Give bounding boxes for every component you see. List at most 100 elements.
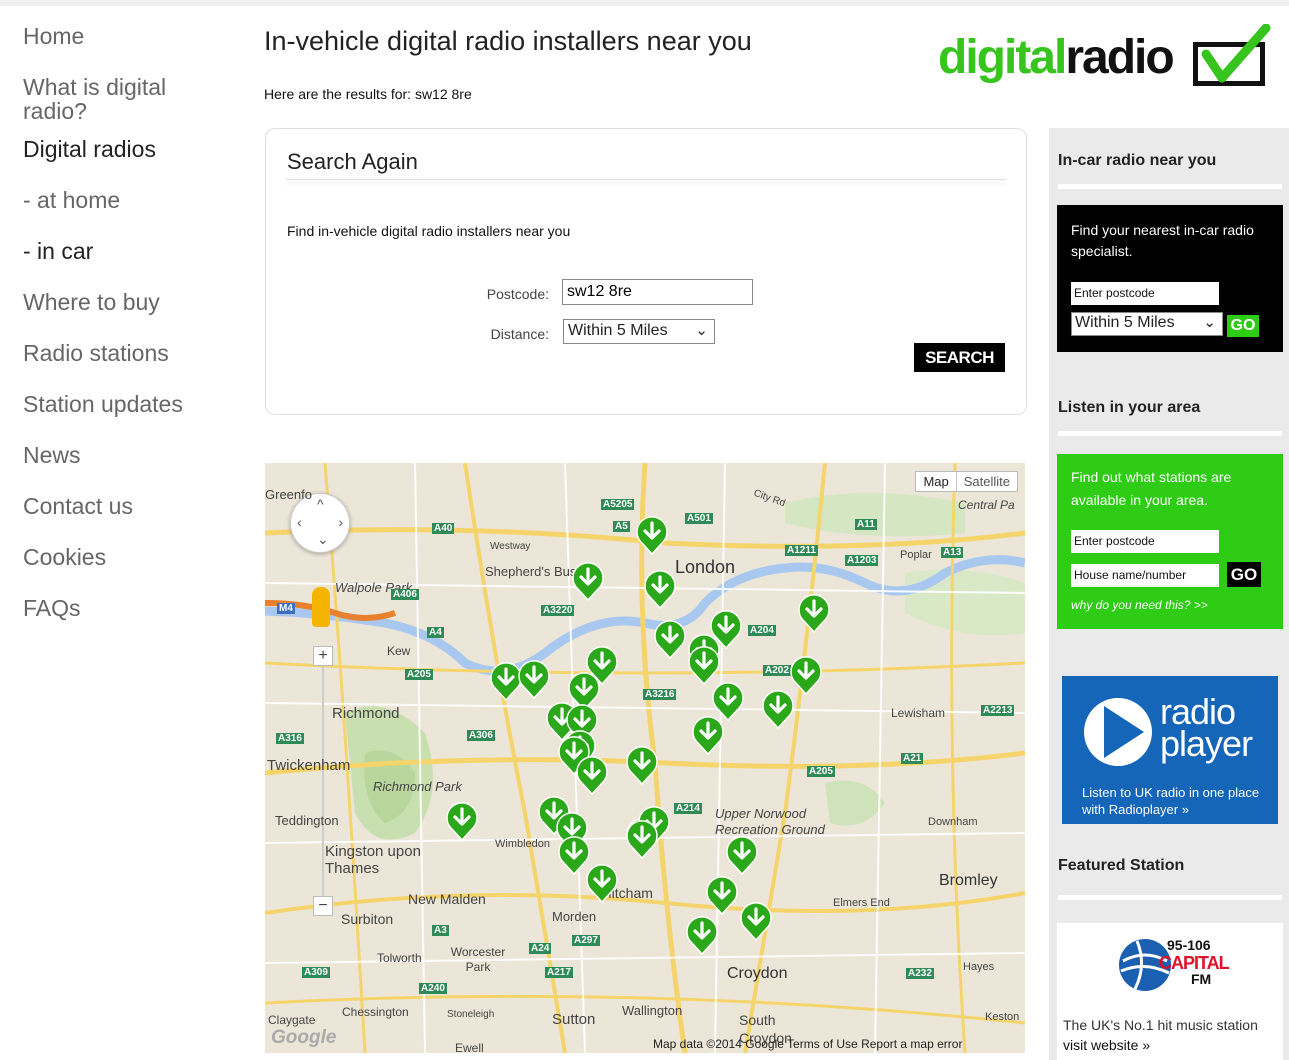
map-label: Greenfo — [265, 487, 312, 502]
capital-frequency: 95-106 — [1167, 937, 1211, 953]
incar-heading: In-car radio near you — [1058, 152, 1217, 169]
page-title: In-vehicle digital radio installers near… — [264, 26, 752, 56]
divider — [1058, 184, 1282, 189]
nav-station-updates[interactable]: Station updates — [23, 392, 243, 417]
incar-go-button[interactable]: GO — [1227, 315, 1259, 337]
map-type-map-button[interactable]: Map — [916, 472, 955, 491]
map-label: Shepherd's Bush — [485, 564, 584, 579]
nav-home[interactable]: Home — [23, 24, 243, 49]
zoom-out-button[interactable]: − — [313, 896, 333, 916]
installer-marker-icon[interactable] — [653, 619, 687, 659]
road-shield: A40 — [432, 523, 455, 534]
map-label: Elmers End — [833, 897, 890, 909]
visit-website-link[interactable]: visit website » — [1063, 1037, 1150, 1053]
installer-marker-icon[interactable] — [585, 863, 619, 903]
google-watermark: Google — [271, 1027, 337, 1048]
incar-search-box: Find your nearest in-car radio specialis… — [1057, 205, 1283, 352]
map-label: Ewell — [455, 1041, 484, 1053]
installer-marker-icon[interactable] — [725, 835, 759, 875]
digitalradio-logo[interactable]: digitalradio — [938, 24, 1273, 94]
installer-marker-icon[interactable] — [797, 593, 831, 633]
radioplayer-banner[interactable]: radio player Listen to UK radio in one p… — [1062, 676, 1278, 824]
road-shield: A1211 — [785, 545, 818, 556]
divider — [1058, 895, 1282, 900]
map-label: Lewisham — [891, 706, 946, 720]
incar-distance-select[interactable]: Within 5 Miles ⌄ — [1071, 312, 1223, 336]
map-label: Twickenham — [267, 757, 351, 774]
map-type-satellite-button[interactable]: Satellite — [955, 472, 1017, 491]
installer-marker-icon[interactable] — [691, 715, 725, 755]
installer-marker-icon[interactable] — [445, 801, 479, 841]
search-button[interactable]: SEARCH — [914, 343, 1005, 372]
installer-marker-icon[interactable] — [625, 745, 659, 785]
installer-marker-icon[interactable] — [575, 755, 609, 795]
postcode-input[interactable] — [562, 279, 753, 305]
area-go-button[interactable]: GO — [1227, 562, 1261, 587]
nav-in-car[interactable]: - in car — [23, 239, 243, 264]
nav-contact-us[interactable]: Contact us — [23, 494, 243, 519]
road-shield: A11 — [855, 519, 877, 530]
nav-digital-radios[interactable]: Digital radios — [23, 137, 243, 162]
area-text: Find out what stations are available in … — [1071, 469, 1232, 508]
map-attribution[interactable]: Map data ©2014 Google Terms of Use Repor… — [653, 1037, 962, 1051]
map-label: Westway — [490, 541, 531, 552]
chevron-down-icon: ⌄ — [1203, 314, 1216, 331]
installer-marker-icon[interactable] — [625, 819, 659, 859]
nav-at-home[interactable]: - at home — [23, 188, 243, 213]
why-need-this-link[interactable]: why do you need this? >> — [1071, 598, 1208, 612]
main-nav: Home What is digital radio? Digital radi… — [23, 24, 243, 647]
logo-text-radio: radio — [1065, 31, 1174, 84]
pan-left-icon[interactable]: ‹ — [297, 514, 302, 530]
nav-faqs[interactable]: FAQs — [23, 596, 243, 621]
installer-marker-icon[interactable] — [687, 645, 721, 685]
pan-up-icon[interactable]: ^ — [317, 496, 324, 512]
nav-news[interactable]: News — [23, 443, 243, 468]
installer-marker-icon[interactable] — [635, 515, 669, 555]
pan-down-icon[interactable]: ⌄ — [317, 531, 329, 548]
map-label: London — [675, 557, 736, 577]
incar-postcode-input[interactable]: Enter postcode — [1071, 282, 1219, 305]
incar-text: Find your nearest in-car radio specialis… — [1071, 222, 1254, 259]
installers-map[interactable]: Map Satellite ^ ‹ › ⌄ + − London Shepher… — [265, 463, 1025, 1053]
pan-right-icon[interactable]: › — [338, 514, 343, 530]
road-shield: M4 — [277, 603, 295, 614]
street-view-pegman-icon[interactable] — [312, 587, 330, 627]
featured-station-card[interactable]: 95-106 CAPITAL FM The UK's No.1 hit musi… — [1057, 923, 1283, 1060]
map-label: Upper Norwood Recreation Ground — [715, 806, 825, 837]
road-shield: A205 — [807, 766, 835, 777]
installer-marker-icon[interactable] — [739, 901, 773, 941]
installer-marker-icon[interactable] — [761, 689, 795, 729]
installer-marker-icon[interactable] — [571, 561, 605, 601]
road-shield: A217 — [545, 967, 573, 978]
distance-select[interactable]: Within 5 Miles ⌄ — [563, 319, 715, 344]
nav-radio-stations[interactable]: Radio stations — [23, 341, 243, 366]
zoom-slider-track[interactable] — [322, 666, 324, 896]
distance-label: Distance: — [490, 326, 549, 342]
area-house-input[interactable]: House name/number — [1071, 564, 1219, 587]
nav-cookies[interactable]: Cookies — [23, 545, 243, 570]
map-label: Downham — [928, 816, 978, 828]
map-label: Richmond — [332, 705, 400, 722]
pan-control[interactable]: ^ ‹ › ⌄ — [290, 493, 350, 553]
logo-text-digital: digital — [938, 31, 1067, 84]
results-summary: Here are the results for: sw12 8re — [264, 86, 472, 102]
map-label: Morden — [552, 909, 597, 924]
map-label: Teddington — [275, 813, 339, 828]
road-shield: A205 — [405, 669, 433, 680]
installer-marker-icon[interactable] — [517, 659, 551, 699]
right-sidebar: In-car radio near you Find your nearest … — [1049, 128, 1289, 1060]
page: Home What is digital radio? Digital radi… — [0, 6, 1289, 1060]
area-postcode-input[interactable]: Enter postcode — [1071, 530, 1219, 553]
nav-where-to-buy[interactable]: Where to buy — [23, 290, 243, 315]
nav-what-is-digital-radio[interactable]: What is digital radio? — [23, 75, 193, 123]
zoom-in-button[interactable]: + — [313, 646, 333, 666]
installer-marker-icon[interactable] — [705, 875, 739, 915]
map-label: Kew — [387, 644, 411, 658]
installer-marker-icon[interactable] — [685, 915, 719, 955]
featured-caption: The UK's No.1 hit music station — [1063, 1017, 1258, 1033]
road-shield: A5 — [613, 521, 630, 532]
road-shield: A214 — [674, 803, 702, 814]
installer-marker-icon[interactable] — [643, 569, 677, 609]
map-label: New Malden — [408, 891, 486, 907]
search-again-panel: Search Again Find in-vehicle digital rad… — [265, 128, 1027, 415]
